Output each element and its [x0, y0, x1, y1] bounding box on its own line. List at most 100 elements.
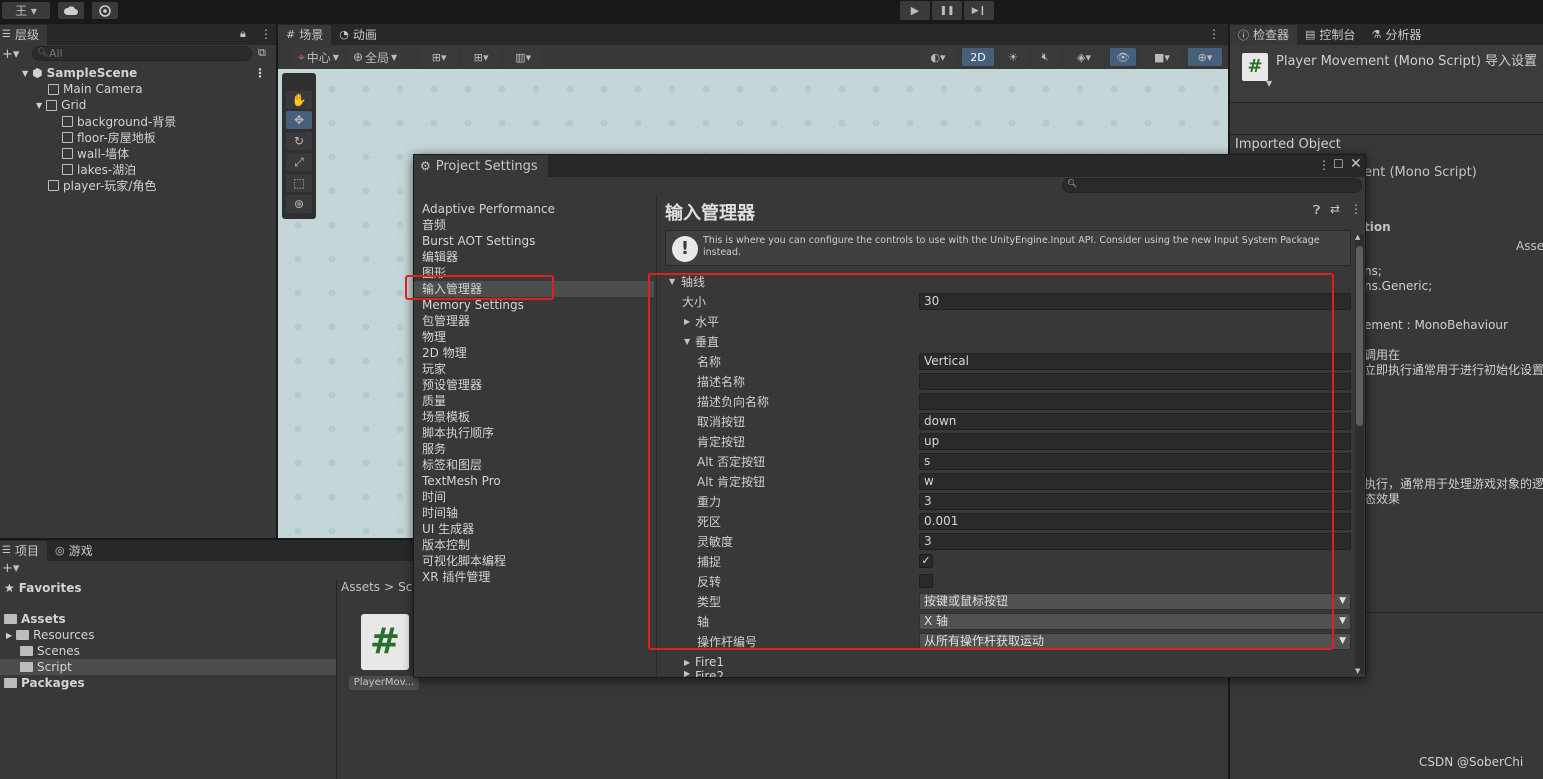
play-button[interactable]: ▶ [900, 1, 930, 20]
settings-nav-item[interactable]: 包管理器 [414, 313, 654, 329]
collab-button[interactable] [92, 2, 118, 19]
axis-property-field[interactable]: s [919, 452, 1351, 470]
snap-grid-button[interactable]: ⊞▾ [421, 48, 458, 66]
tab-project[interactable]: ☰ 项目 [0, 540, 47, 561]
settings-nav-item[interactable]: 音频 [414, 217, 654, 233]
axis-property-field[interactable]: down [919, 412, 1351, 430]
settings-nav-item[interactable]: Burst AOT Settings [414, 233, 654, 249]
settings-nav-item[interactable]: Adaptive Performance [414, 201, 654, 217]
search-filter-icon[interactable]: ⧉ [258, 46, 266, 60]
add-icon[interactable]: +▾ [2, 561, 19, 576]
settings-nav-item[interactable]: 输入管理器 [414, 281, 654, 297]
scroll-thumb[interactable] [1356, 246, 1363, 426]
transform-tool-icon[interactable]: ⊛ [286, 195, 312, 213]
scroll-up-icon[interactable]: ▲ [1355, 233, 1360, 241]
horizontal-foldout[interactable]: ▶ 水平 [657, 311, 1366, 331]
settings-nav-item[interactable]: 图形 [414, 265, 654, 281]
axis-property-field[interactable] [919, 372, 1351, 390]
tab-profiler[interactable]: ⚗ 分析器 [1363, 25, 1429, 45]
invert-checkbox[interactable] [919, 574, 933, 588]
scale-tool-icon[interactable]: ⤢ [286, 153, 312, 171]
move-tool-icon[interactable]: ✥ [286, 111, 312, 129]
settings-nav-item[interactable]: 脚本执行顺序 [414, 425, 654, 441]
presets-icon[interactable]: ⇄ [1330, 202, 1340, 216]
tab-animation[interactable]: ◔ 动画 [331, 25, 385, 45]
more-menu-icon[interactable]: ⋮ [1318, 158, 1330, 172]
account-dropdown[interactable]: 王 ▾ [2, 2, 50, 19]
folder-resources[interactable]: ▶ Resources [6, 627, 94, 643]
tree-item-lakes[interactable]: lakes-湖泊 [62, 161, 136, 177]
help-icon[interactable]: ❓︎ [1313, 203, 1320, 218]
lock-icon[interactable]: 🔒︎ [240, 27, 246, 41]
hierarchy-search-input[interactable]: 🔍︎ All [32, 46, 252, 61]
settings-nav-item[interactable]: 服务 [414, 441, 654, 457]
settings-nav-item[interactable]: 时间 [414, 489, 654, 505]
lighting-button[interactable]: ☀ [1000, 48, 1026, 66]
axes-foldout[interactable]: ▼ 轴线 [669, 271, 1366, 291]
rotate-tool-icon[interactable]: ↻ [286, 132, 312, 150]
asset-tile[interactable]: # PlayerMov... [347, 614, 419, 734]
folder-scenes[interactable]: Scenes [20, 643, 80, 659]
audio-button[interactable]: 🔇︎ [1032, 48, 1058, 66]
vertical-foldout[interactable]: ▼ 垂直 [657, 331, 1366, 351]
tree-item-floor[interactable]: floor-房屋地板 [62, 129, 156, 145]
settings-nav-item[interactable]: 玩家 [414, 361, 654, 377]
assets-item[interactable]: Assets [4, 611, 66, 627]
effects-button[interactable]: ◈▾ [1064, 48, 1104, 66]
tree-item-main-camera[interactable]: Main Camera [48, 81, 143, 97]
tree-item-background[interactable]: background-背景 [62, 113, 176, 129]
axis-property-field[interactable]: Vertical [919, 352, 1351, 370]
scroll-down-icon[interactable]: ▼ [1355, 667, 1360, 675]
settings-nav-item[interactable]: 时间轴 [414, 505, 654, 521]
settings-nav-item[interactable]: 编辑器 [414, 249, 654, 265]
camera-button[interactable]: ■▾ [1142, 48, 1182, 66]
axis-property-field[interactable]: up [919, 432, 1351, 450]
settings-nav-item[interactable]: Memory Settings [414, 297, 654, 313]
space-dropdown[interactable]: ⊕ 全局 ▼ [348, 48, 402, 66]
snap-checkbox[interactable]: ✓ [919, 554, 933, 568]
size-field[interactable]: 30 [919, 292, 1351, 310]
tab-game[interactable]: ◎ 游戏 [47, 541, 101, 561]
scene-menu-icon[interactable]: ⋮ [254, 66, 266, 80]
settings-nav-item[interactable]: XR 插件管理 [414, 569, 654, 585]
cloud-button[interactable] [58, 2, 84, 19]
pivot-dropdown[interactable]: ⌖ 中心 ▼ [294, 48, 343, 66]
axis-property-field[interactable]: 3 [919, 492, 1351, 510]
folder-script[interactable]: Script [0, 659, 336, 675]
increment-snap-button[interactable]: ▥▾ [505, 48, 542, 66]
tab-scene[interactable]: # 场景 [278, 24, 332, 45]
settings-nav-item[interactable]: UI 生成器 [414, 521, 654, 537]
gizmos-button[interactable]: ⊕▾ [1188, 48, 1222, 66]
maximize-icon[interactable]: ☐ [1333, 157, 1344, 171]
settings-nav-item[interactable]: TextMesh Pro [414, 473, 654, 489]
pause-button[interactable]: ❚❚ [932, 1, 962, 20]
axis-dropdown[interactable]: X 轴 ▼ [919, 612, 1351, 630]
tree-item-grid[interactable]: ▼ Grid [36, 97, 86, 113]
breadcrumb-assets[interactable]: Assets [341, 580, 380, 594]
step-button[interactable]: ▶❙ [964, 1, 994, 20]
tab-project-settings[interactable]: ⚙ Project Settings [414, 155, 548, 177]
axis-property-field[interactable] [919, 392, 1351, 410]
rect-tool-icon[interactable]: ⬚ [286, 174, 312, 192]
visibility-button[interactable]: 👁︎ [1110, 48, 1136, 66]
settings-nav-item[interactable]: 场景模板 [414, 409, 654, 425]
settings-nav-item[interactable]: 预设管理器 [414, 377, 654, 393]
type-dropdown[interactable]: 按键或鼠标按钮 ▼ [919, 592, 1351, 610]
grid-visibility-button[interactable]: ⊞▾ [463, 48, 500, 66]
add-icon[interactable]: +▾ [2, 47, 19, 62]
settings-nav-item[interactable]: 版本控制 [414, 537, 654, 553]
fire2-foldout[interactable]: ▶ Fire2 [657, 669, 1366, 677]
settings-search-input[interactable]: 🔍︎ [1062, 178, 1362, 193]
settings-nav-item[interactable]: 标签和图层 [414, 457, 654, 473]
packages-item[interactable]: Packages [4, 675, 85, 691]
settings-nav-item[interactable]: 物理 [414, 329, 654, 345]
settings-nav-item[interactable]: 可视化脚本编程 [414, 553, 654, 569]
tab-inspector[interactable]: ⓘ 检查器 [1230, 24, 1298, 45]
close-icon[interactable]: ✕ [1350, 156, 1362, 172]
hand-tool-icon[interactable]: ✋ [286, 91, 312, 109]
scene-menu-icon[interactable]: ⋮ [1208, 27, 1220, 41]
settings-nav-item[interactable]: 质量 [414, 393, 654, 409]
axis-property-field[interactable]: 0.001 [919, 512, 1351, 530]
scene-root[interactable]: ▼ ⬢ SampleScene ⋮ [22, 65, 276, 81]
more-menu-icon[interactable]: ⋮ [260, 27, 272, 41]
